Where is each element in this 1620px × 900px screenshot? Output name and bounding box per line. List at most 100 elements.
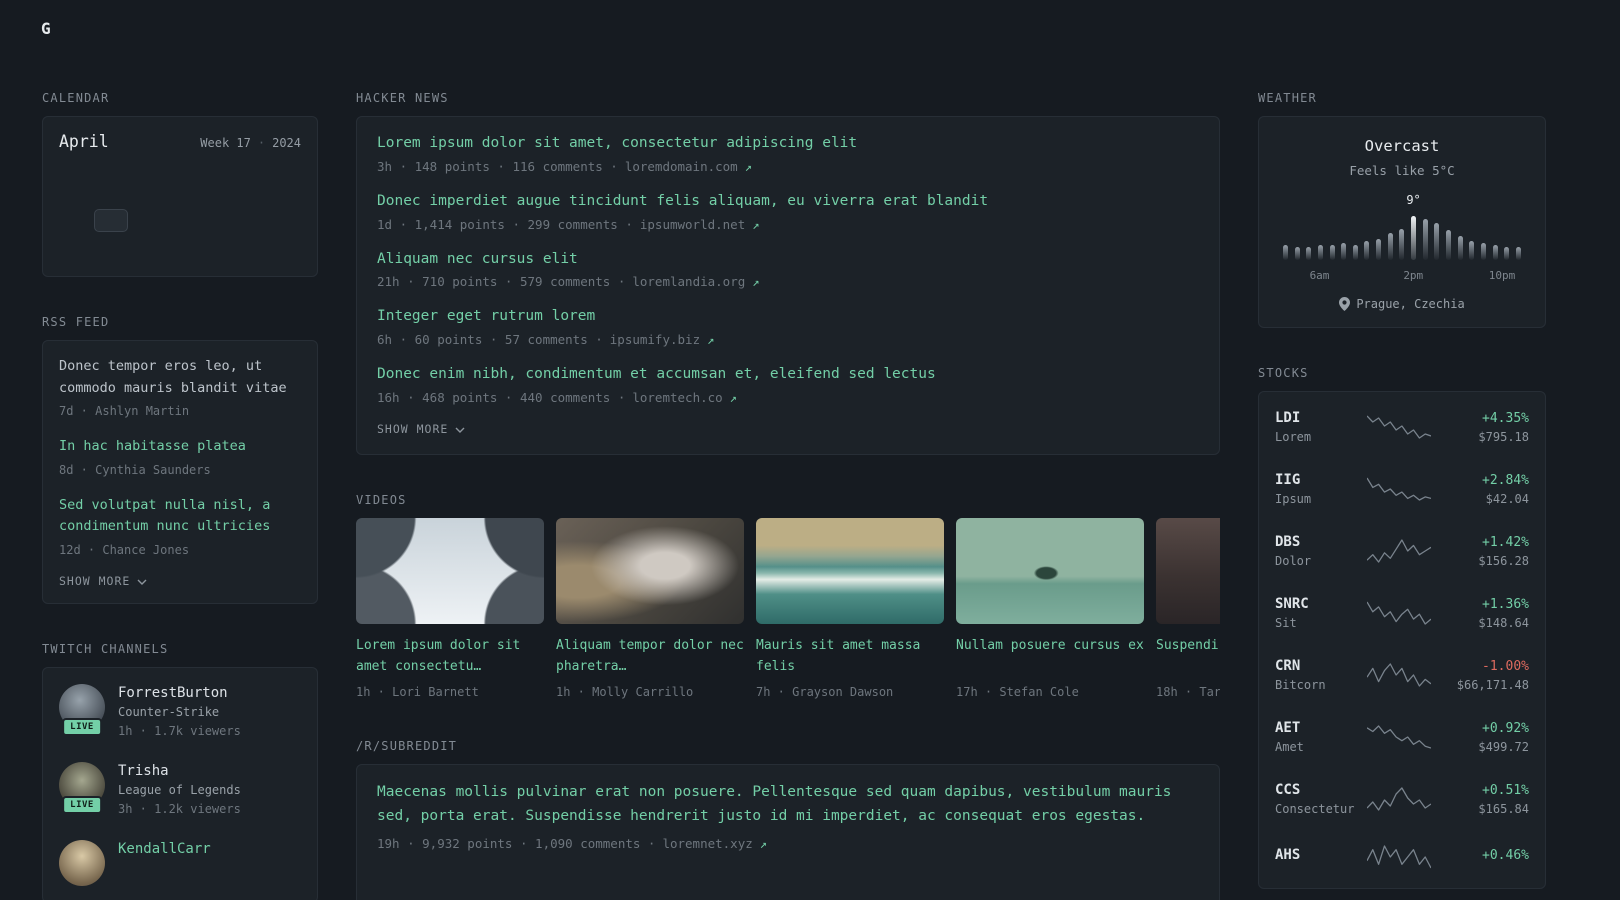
external-link-icon[interactable]: ↗ (752, 275, 759, 289)
weather-bar (1504, 214, 1510, 260)
hn-domain-link[interactable]: ipsumworld.net (640, 217, 745, 232)
hn-story-link[interactable]: Lorem ipsum dolor sit amet, consectetur … (377, 133, 1199, 155)
hn-story-stats: 21h · 710 points · 579 comments · (377, 274, 626, 290)
stock-symbol-link[interactable]: CCS (1275, 782, 1365, 798)
videos-carousel[interactable]: Lorem ipsum dolor sit amet consectetu… 1… (356, 517, 1220, 701)
subreddit-post-link[interactable]: Maecenas mollis pulvinar erat non posuer… (377, 781, 1199, 829)
hn-story-link[interactable]: Integer eget rutrum lorem (377, 306, 1199, 328)
show-more-label: SHOW MORE (59, 573, 131, 588)
video-thumbnail[interactable] (956, 517, 1144, 624)
video-card: Suspendisse diam 18h · Tara (1156, 517, 1220, 701)
video-card: Aliquam tempor dolor nec pharetra… 1h · … (556, 517, 744, 701)
hn-domain-link[interactable]: ipsumify.biz (610, 332, 700, 347)
calendar-day (163, 239, 198, 262)
external-link-icon[interactable]: ↗ (730, 391, 737, 405)
stock-symbol-link[interactable]: AHS (1275, 847, 1365, 863)
video-title-link[interactable]: Lorem ipsum dolor sit amet consectetu… (356, 636, 544, 678)
hn-story-link[interactable]: Aliquam nec cursus elit (377, 249, 1199, 271)
stock-price: $42.04 (1485, 491, 1529, 506)
twitch-channel-link[interactable]: ForrestBurton (118, 685, 241, 701)
weather-bar (1352, 214, 1358, 260)
stock-values: +0.51% $165.84 (1433, 783, 1529, 816)
twitch-avatar[interactable]: LIVE (59, 761, 105, 814)
hn-domain-link[interactable]: loremtech.co (632, 390, 722, 405)
stock-price: $165.84 (1478, 801, 1529, 816)
calendar-day (94, 239, 129, 262)
weather-condition: Overcast (1364, 137, 1440, 155)
twitch-avatar[interactable] (59, 839, 105, 886)
app-logo[interactable]: G (41, 19, 51, 38)
calendar-day (232, 209, 267, 232)
rss-item-link[interactable]: In hac habitasse platea (59, 436, 301, 458)
rss-item-meta: 12d · Chance Jones (59, 542, 190, 557)
twitch-category-link[interactable]: League of Legends (118, 783, 241, 797)
stock-row: LDI Lorem +4.35% $795.18 (1275, 396, 1529, 458)
stock-change: +0.46% (1482, 847, 1529, 863)
calendar-day (232, 179, 267, 202)
external-link-icon[interactable]: ↗ (707, 333, 714, 347)
widget-title-rss: RSS FEED (42, 315, 110, 329)
hn-story-meta: 21h · 710 points · 579 comments · loreml… (377, 274, 1199, 289)
twitch-channel-link[interactable]: KendallCarr (118, 841, 211, 857)
dashboard-content: CALENDAR April Week 17 · 2024 RSS FEED D… (0, 57, 1620, 900)
stocks-widget: STOCKS LDI Lorem +4.35% $795.18 IIG Ipsu… (1258, 366, 1546, 889)
calendar-day (197, 209, 232, 232)
video-meta: 18h · Tara (1156, 684, 1220, 699)
weather-bar (1341, 214, 1347, 260)
external-link-icon[interactable]: ↗ (760, 837, 767, 851)
stock-values: -1.00% $66,171.48 (1433, 659, 1529, 692)
twitch-channel-info: Trisha League of Legends 3h · 1.2k viewe… (118, 762, 241, 818)
calendar-day (128, 209, 163, 232)
left-column: CALENDAR April Week 17 · 2024 RSS FEED D… (42, 91, 318, 900)
stock-symbol-link[interactable]: SNRC (1275, 596, 1365, 612)
video-thumbnail[interactable] (1156, 517, 1220, 624)
hn-story-link[interactable]: Donec enim nibh, condimentum et accumsan… (377, 364, 1199, 386)
weather-bar (1480, 214, 1486, 260)
hn-story-link[interactable]: Donec imperdiet augue tincidunt felis al… (377, 191, 1199, 213)
video-title-link[interactable]: Mauris sit amet massa felis (756, 636, 944, 678)
stock-price: $156.28 (1478, 553, 1529, 568)
video-title-link[interactable]: Nullam posuere cursus ex (956, 636, 1144, 678)
hn-domain-link[interactable]: loremdomain.com (625, 159, 738, 174)
rss-show-more-button[interactable]: SHOW MORE (59, 574, 147, 588)
hn-domain-link[interactable]: loremlandia.org (632, 274, 745, 289)
weather-bar (1422, 214, 1428, 260)
video-thumbnail[interactable] (356, 517, 544, 624)
rss-item-link[interactable]: Sed volutpat nulla nisl, a condimentum n… (59, 495, 301, 538)
hn-item: Aliquam nec cursus elit 21h · 710 points… (377, 249, 1199, 290)
external-link-icon[interactable]: ↗ (752, 218, 759, 232)
right-column: WEATHER Overcast Feels like 5°C 9° 6am 2p… (1258, 91, 1546, 889)
twitch-channel-link[interactable]: Trisha (118, 763, 241, 779)
video-thumbnail[interactable] (556, 517, 744, 624)
stock-values: +2.84% $42.04 (1433, 473, 1529, 506)
subreddit-post-stats: 19h · 9,932 points · 1,090 comments · (377, 835, 656, 851)
stock-identity: IIG Ipsum (1275, 472, 1365, 506)
widget-title-calendar: CALENDAR (42, 91, 110, 105)
widget-title-twitch: TWITCH CHANNELS (42, 641, 169, 656)
subreddit-domain-link[interactable]: loremnet.xyz (662, 836, 752, 851)
stock-symbol-link[interactable]: DBS (1275, 534, 1365, 550)
stock-symbol-link[interactable]: AET (1275, 720, 1365, 736)
video-title-link[interactable]: Aliquam tempor dolor nec pharetra… (556, 636, 744, 678)
hn-story-stats: 6h · 60 points · 57 comments · (377, 332, 603, 347)
hn-show-more-button[interactable]: SHOW MORE (377, 422, 465, 436)
stock-row: CCS Consectetur +0.51% $165.84 (1275, 768, 1529, 830)
stock-symbol-link[interactable]: CRN (1275, 658, 1365, 674)
weather-hour-label: 10pm (1488, 269, 1516, 282)
weather-current-temp: 9° (1406, 193, 1421, 207)
calendar-header: April Week 17 · 2024 (59, 132, 301, 151)
calendar-widget: CALENDAR April Week 17 · 2024 (42, 91, 318, 277)
video-meta: 1h · Molly Carrillo (556, 684, 694, 699)
rss-item-link[interactable]: Donec tempor eros leo, ut commodo mauris… (59, 356, 301, 399)
video-thumbnail[interactable] (756, 517, 944, 624)
hn-list: Lorem ipsum dolor sit amet, consectetur … (377, 133, 1199, 405)
calendar-day-grid (59, 179, 301, 262)
external-link-icon[interactable]: ↗ (745, 160, 752, 174)
calendar-day (266, 239, 301, 262)
stock-symbol-link[interactable]: LDI (1275, 410, 1365, 426)
weather-hour-labels: 6am 2pm 10pm (1277, 269, 1527, 283)
twitch-category-link[interactable]: Counter-Strike (118, 705, 241, 719)
twitch-avatar[interactable]: LIVE (59, 683, 105, 736)
stock-symbol-link[interactable]: IIG (1275, 472, 1365, 488)
video-title-link[interactable]: Suspendisse diam (1156, 636, 1220, 678)
